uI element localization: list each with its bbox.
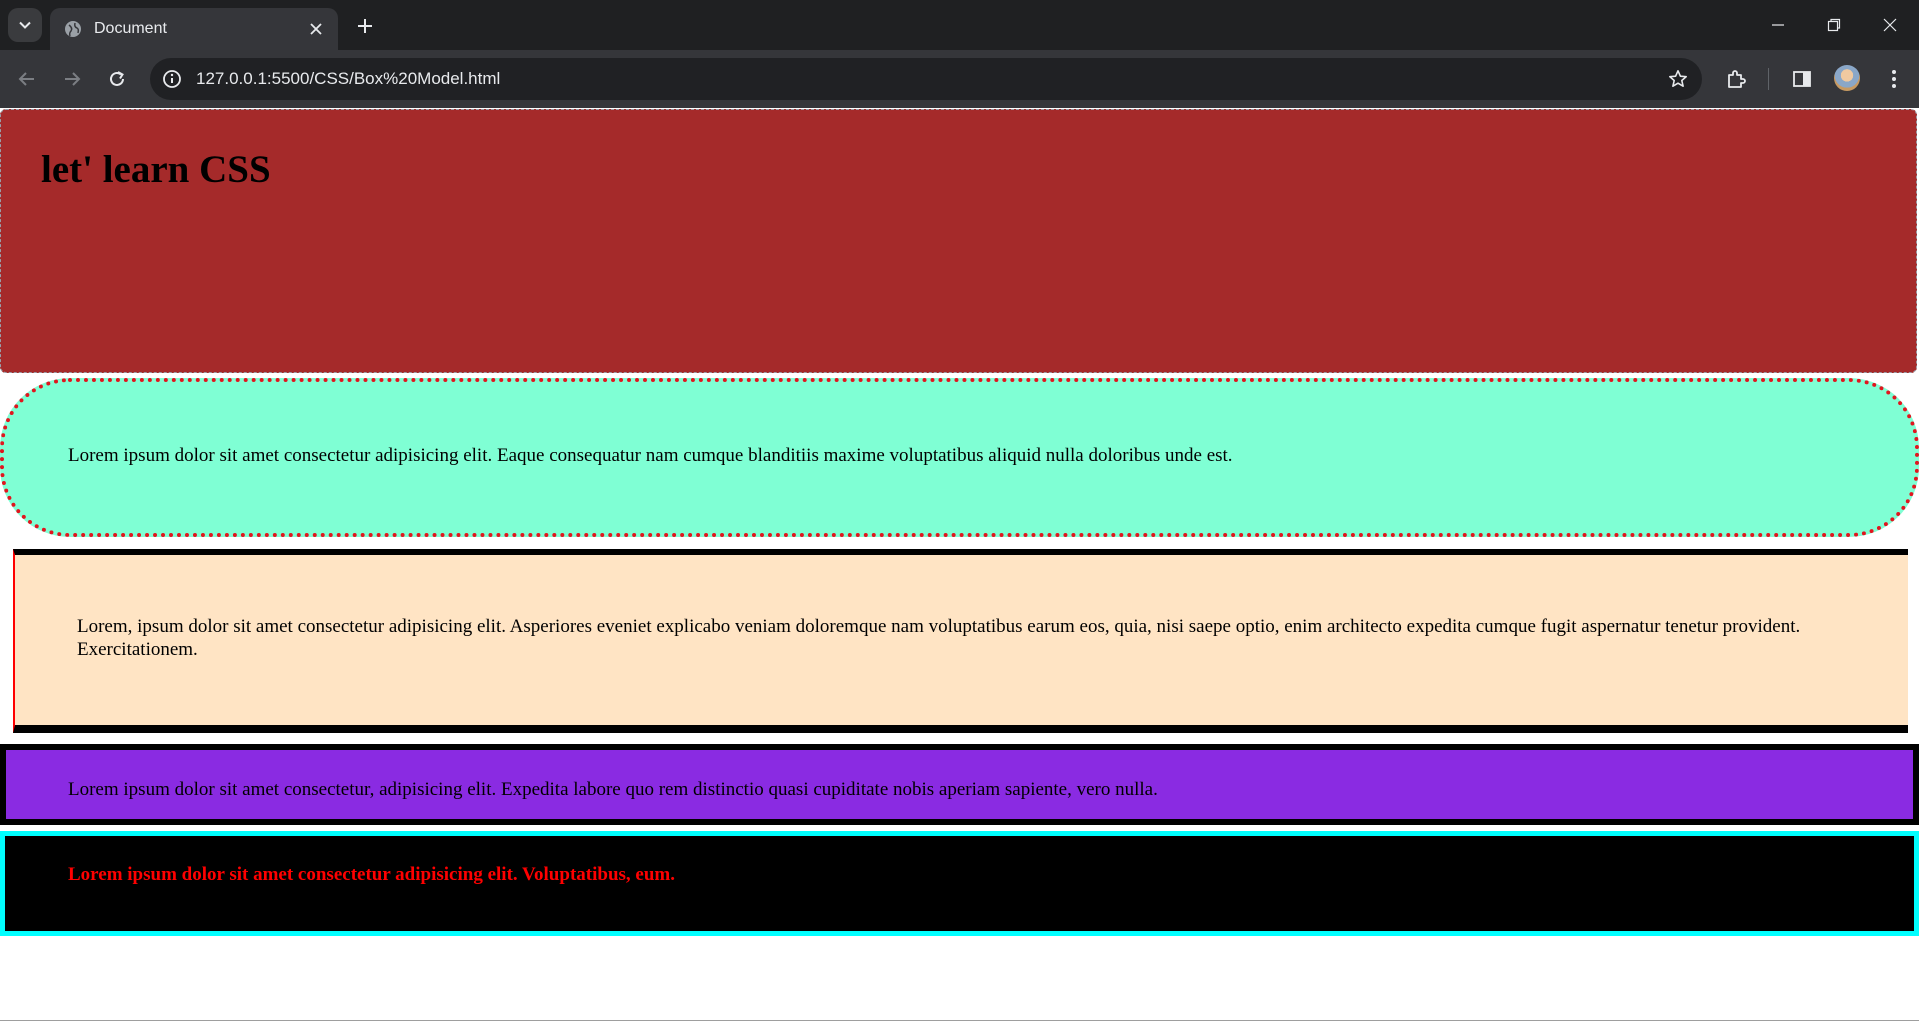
tab-strip: Document: [0, 0, 1919, 50]
black-box-paragraph: Lorem ipsum dolor sit amet consectetur a…: [68, 864, 675, 885]
url-text[interactable]: 127.0.0.1:5500/CSS/Box%20Model.html: [196, 58, 500, 100]
arrow-left-icon: [18, 72, 34, 86]
window-close-button[interactable]: [1870, 8, 1910, 42]
brown-box: let' learn CSS: [0, 109, 1917, 373]
tab-title: Document: [94, 20, 167, 37]
reload-icon: [110, 71, 124, 86]
aquamarine-paragraph: Lorem ipsum dolor sit amet consectetur a…: [68, 445, 1233, 466]
browser-toolbar: 127.0.0.1:5500/CSS/Box%20Model.html: [0, 50, 1919, 108]
side-panel-icon: [1793, 71, 1811, 87]
globe-icon: [64, 20, 82, 38]
info-icon[interactable]: [160, 67, 184, 91]
minimize-icon: [1772, 24, 1784, 26]
minimize-button[interactable]: [1758, 8, 1798, 42]
plus-icon: [358, 19, 372, 33]
close-icon[interactable]: [304, 17, 328, 41]
extensions-button[interactable]: [1720, 63, 1752, 95]
page-viewport: let' learn CSS Lorem ipsum dolor sit ame…: [0, 108, 1919, 1021]
reload-button[interactable]: [101, 63, 133, 95]
star-icon[interactable]: [1666, 67, 1690, 91]
menu-button[interactable]: [1878, 63, 1910, 95]
toolbar-divider: [1768, 68, 1769, 90]
restore-button[interactable]: [1814, 8, 1854, 42]
restore-icon: [1827, 18, 1841, 32]
violet-box: Lorem ipsum dolor sit amet consectetur, …: [0, 744, 1919, 825]
chevron-down-icon: [19, 21, 31, 29]
bisque-paragraph: Lorem, ipsum dolor sit amet consectetur …: [77, 616, 1801, 660]
puzzle-icon: [1728, 70, 1746, 88]
bisque-box: Lorem, ipsum dolor sit amet consectetur …: [13, 549, 1908, 733]
side-panel-button[interactable]: [1786, 63, 1818, 95]
aquamarine-box: Lorem ipsum dolor sit amet consectetur a…: [0, 378, 1919, 537]
violet-paragraph: Lorem ipsum dolor sit amet consectetur, …: [68, 779, 1158, 800]
close-icon: [1883, 18, 1897, 32]
forward-button[interactable]: [56, 63, 88, 95]
back-button[interactable]: [11, 63, 43, 95]
tab-search-button[interactable]: [8, 8, 42, 42]
new-tab-button[interactable]: [352, 13, 378, 39]
tab-document[interactable]: Document: [50, 8, 338, 50]
arrow-right-icon: [65, 72, 81, 86]
avatar[interactable]: [1834, 65, 1860, 91]
address-bar[interactable]: 127.0.0.1:5500/CSS/Box%20Model.html: [150, 58, 1702, 100]
page-heading: let' learn CSS: [41, 148, 271, 191]
kebab-menu-icon: [1892, 70, 1896, 88]
black-box: Lorem ipsum dolor sit amet consectetur a…: [0, 831, 1919, 936]
